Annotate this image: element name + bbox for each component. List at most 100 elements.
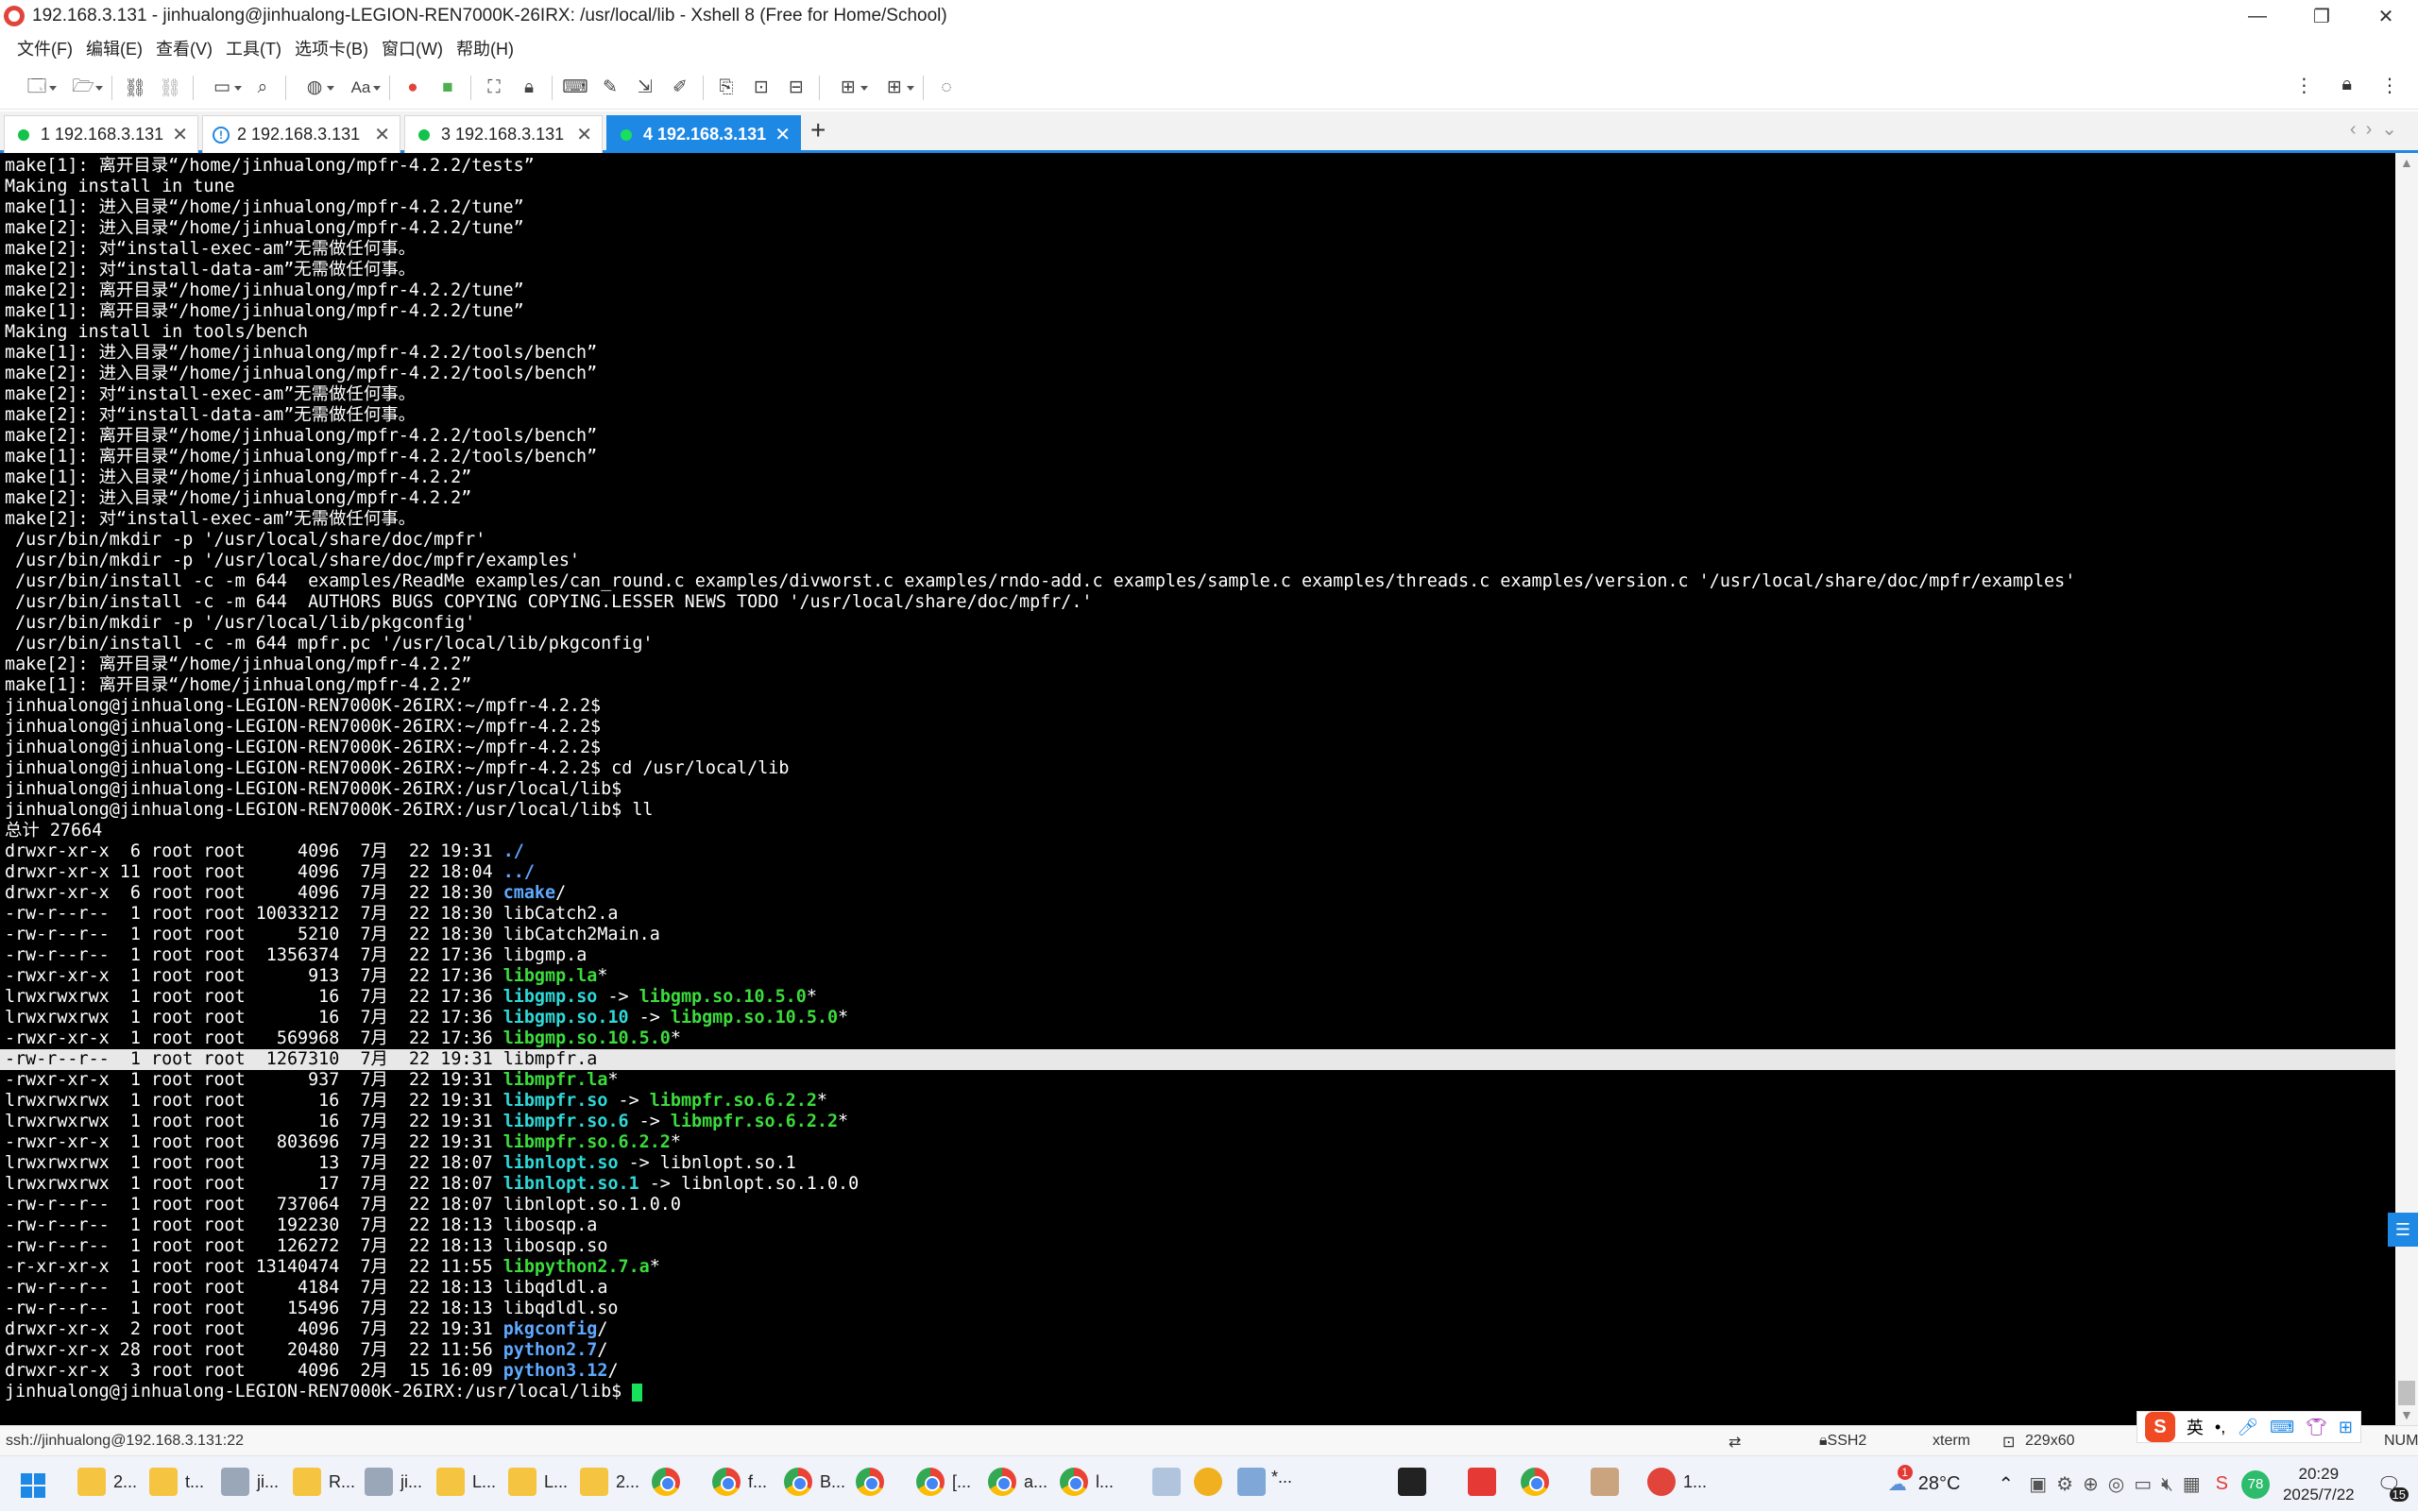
taskbar-app-notes-icon[interactable] (1237, 1468, 1273, 1496)
menu-file[interactable]: 文件(F) (17, 36, 73, 60)
taskbar-app-sticky-icon[interactable] (1152, 1468, 1188, 1496)
overflow-icon[interactable]: ⋮ (2380, 74, 2399, 97)
tab-session-3[interactable]: 3 192.168.3.131 ✕ (404, 115, 603, 153)
taskbar-app-terminal-icon[interactable] (1398, 1468, 1434, 1496)
scrollbar-thumb[interactable] (2398, 1381, 2415, 1405)
terminal-text: -rw-r--r-- 1 root root 1356374 7月 22 17:… (5, 945, 587, 965)
open-icon[interactable]: 🗁 (63, 74, 103, 102)
tile-icon[interactable]: ⊡ (747, 74, 775, 102)
transfer-icon[interactable]: ⊟ (782, 74, 810, 102)
taskbar-item-chrome[interactable]: l... (1060, 1468, 1114, 1496)
system-clock[interactable]: 20:29 2025/7/22 (2283, 1464, 2355, 1505)
terminal-text: / (597, 1340, 608, 1360)
menu-view[interactable]: 查看(V) (156, 36, 213, 60)
xmanager-icon[interactable]: ■ (434, 74, 462, 102)
menu-edit[interactable]: 编辑(E) (86, 36, 143, 60)
new-tab-icon[interactable]: + (810, 115, 826, 145)
taskbar-item-folder[interactable]: L... (436, 1468, 496, 1496)
apps-icon[interactable]: ⊞ (2339, 1418, 2353, 1437)
tray-wps-icon[interactable]: S (2216, 1473, 2228, 1495)
tray-expand-icon[interactable]: ⌃ (1998, 1472, 2014, 1496)
tab-session-4[interactable]: 4 192.168.3.131 ✕ (606, 115, 801, 153)
taskbar-item-drive[interactable]: ji... (365, 1468, 422, 1496)
chat-icon[interactable]: ◌ (932, 74, 961, 102)
battery-indicator[interactable]: 78 (2240, 1470, 2270, 1499)
disconnect-icon[interactable]: ⛓ (156, 74, 184, 102)
keyboard-icon[interactable]: ⌨ (2270, 1418, 2294, 1437)
taskbar-item-folder[interactable]: 2... (580, 1468, 639, 1496)
skin-icon[interactable]: 👕︎ (2306, 1418, 2327, 1437)
taskbar-item-folder[interactable]: t... (149, 1468, 204, 1496)
terminal-text: jinhualong@jinhualong-LEGION-REN7000K-26… (5, 800, 654, 820)
close-tab-icon[interactable]: ✕ (172, 123, 188, 146)
taskbar-item-label: L... (544, 1471, 569, 1491)
connect-icon[interactable]: ⛓ (121, 74, 149, 102)
fullscreen-icon[interactable]: ⛶ (480, 74, 508, 102)
menu-window[interactable]: 窗口(W) (382, 36, 443, 60)
font-icon[interactable]: Aa (341, 74, 381, 102)
taskbar-app-tool-icon[interactable] (1591, 1468, 1626, 1496)
lock-session-icon[interactable]: 🔒︎ (2341, 74, 2352, 97)
xftp-icon[interactable]: ● (399, 74, 427, 102)
new-window-icon[interactable]: ▭ (202, 74, 242, 102)
taskbar-item-chrome[interactable] (856, 1468, 892, 1496)
windows-start-icon[interactable] (21, 1473, 45, 1498)
globe-icon[interactable]: ◍ (295, 74, 334, 102)
tab-session-1[interactable]: 1 192.168.3.131 ✕ (4, 115, 198, 153)
minimize-button[interactable]: — (2225, 0, 2290, 32)
taskbar-app-wps-icon[interactable] (1468, 1468, 1504, 1496)
macro-icon[interactable]: ✐ (666, 74, 694, 102)
taskbar-app-browser-icon[interactable] (1521, 1468, 1557, 1496)
menu-tools[interactable]: 工具(T) (226, 36, 281, 60)
notification-center-icon[interactable]: 🗨︎ 15 (2377, 1472, 2409, 1502)
taskbar-item-label[interactable]: *... (1271, 1468, 1292, 1487)
microphone-icon[interactable]: 🎤︎ (2237, 1418, 2258, 1437)
split-icon[interactable]: ⊞ (875, 74, 914, 102)
taskbar-item-chrome[interactable]: f... (712, 1468, 767, 1496)
taskbar-app-ue-icon[interactable] (1194, 1468, 1230, 1496)
tab-scroll-icons[interactable]: ‹›⌄ (2350, 117, 2407, 141)
new-session-icon[interactable]: 🗔 (17, 74, 57, 102)
lock-icon[interactable]: 🔒︎ (515, 74, 543, 102)
taskbar-item-chrome[interactable] (652, 1468, 688, 1496)
script-icon[interactable]: ⇲ (631, 74, 659, 102)
clock-time: 20:29 (2298, 1464, 2340, 1483)
terminal-line: drwxr-xr-x 6 root root 4096 7月 22 19:31 … (0, 841, 2395, 862)
weather-temperature[interactable]: 28°C (1918, 1473, 1961, 1495)
close-tab-icon[interactable]: ✕ (374, 123, 390, 146)
taskbar-item-folder[interactable]: 2... (77, 1468, 137, 1496)
terminal-text: ./ (502, 841, 524, 861)
sogou-ime-icon[interactable]: S (2144, 1412, 2175, 1442)
terminal-line: 总计 27664 (0, 821, 2395, 841)
close-tab-icon[interactable]: ✕ (775, 123, 791, 146)
find-icon[interactable]: ⌕ (248, 74, 277, 102)
keyboard-icon[interactable]: ⌨ (561, 74, 589, 102)
punctuation-icon[interactable]: •, (2215, 1418, 2225, 1437)
taskbar-item-folder[interactable]: L... (508, 1468, 568, 1496)
vertical-scrollbar[interactable]: ▲ ☰ ▼ (2388, 153, 2418, 1425)
terminal-output[interactable]: make[1]: 离开目录“/home/jinhualong/mpfr-4.2.… (0, 153, 2395, 1425)
close-button[interactable]: ✕ (2354, 0, 2418, 32)
menu-tabs[interactable]: 选项卡(B) (295, 36, 368, 60)
terminal-text: -rw-r--r-- 1 root root 15496 7月 22 18:13… (5, 1299, 619, 1318)
taskbar-app-xshell[interactable]: 1... (1647, 1468, 1707, 1496)
weather-icon[interactable]: ☁ 1 (1888, 1465, 1913, 1496)
layout-icon[interactable]: ⊞ (828, 74, 868, 102)
log-icon[interactable]: ⎘ (712, 74, 741, 102)
tray-icons[interactable]: ▣⚙⊕◎▭🔇︎▦ (2029, 1472, 2209, 1496)
taskbar-item-chrome[interactable]: a... (988, 1468, 1047, 1496)
taskbar-item-drive[interactable]: ji... (221, 1468, 279, 1496)
maximize-button[interactable]: ❐ (2290, 0, 2354, 32)
taskbar-item-chrome[interactable]: B... (784, 1468, 845, 1496)
compose-icon[interactable]: ✎ (596, 74, 624, 102)
scroll-up-icon[interactable]: ▲ (2400, 155, 2413, 170)
menu-help[interactable]: 帮助(H) (456, 36, 514, 60)
taskbar-item-chrome[interactable]: [... (916, 1468, 971, 1496)
scroll-down-icon[interactable]: ▼ (2400, 1407, 2413, 1422)
more-icon[interactable]: ⋮ (2294, 74, 2313, 97)
bookmark-icon[interactable]: ☰ (2388, 1213, 2418, 1247)
close-tab-icon[interactable]: ✕ (576, 123, 592, 146)
taskbar-item-folder[interactable]: R... (293, 1468, 355, 1496)
ime-language[interactable]: 英 (2187, 1415, 2204, 1439)
tab-session-2[interactable]: ! 2 192.168.3.131 ✕ (202, 115, 400, 153)
